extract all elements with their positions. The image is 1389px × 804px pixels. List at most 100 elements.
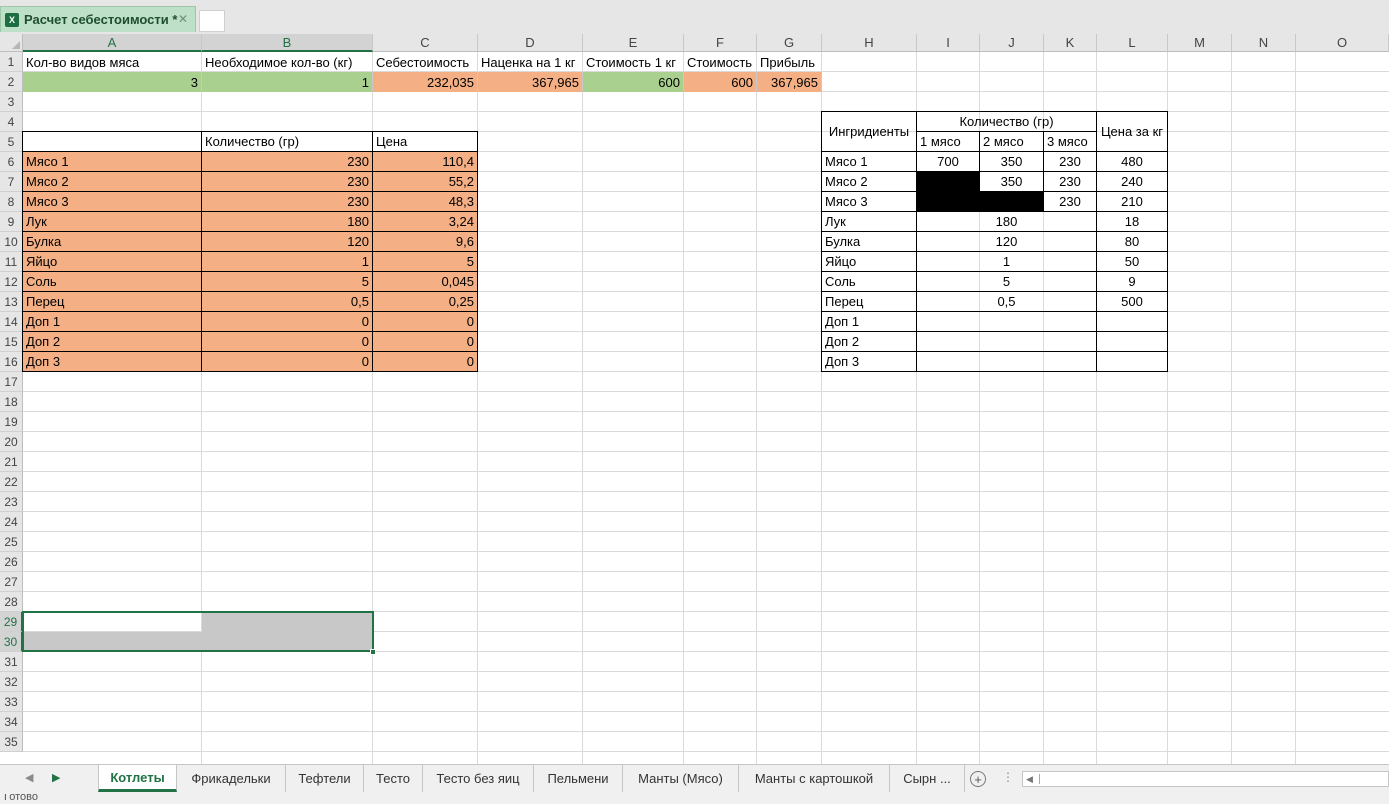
row-header-23[interactable]: 23 <box>0 492 23 512</box>
column-header-j[interactable]: J <box>980 34 1044 52</box>
ingredient-quantity[interactable]: 230 <box>201 191 373 212</box>
selected-cell-a29[interactable] <box>23 612 202 632</box>
row-header-1[interactable]: 1 <box>0 52 23 72</box>
ingredient-price[interactable]: 0 <box>372 311 478 332</box>
meat-price[interactable]: 480 <box>1096 151 1168 172</box>
ingredient-name[interactable]: Соль <box>22 271 202 292</box>
header-label[interactable]: Наценка на 1 кг <box>478 52 583 72</box>
summary-value[interactable]: 600 <box>684 72 757 92</box>
meat-name[interactable]: Мясо 1 <box>821 151 917 172</box>
other-ingredient-price[interactable]: 9 <box>1096 271 1168 292</box>
ingredient-quantity[interactable]: 0,5 <box>201 291 373 312</box>
row-header-12[interactable]: 12 <box>0 272 23 292</box>
ingredient-name[interactable]: Мясо 2 <box>22 171 202 192</box>
scrollbar-thumb[interactable] <box>1039 774 1379 784</box>
column-header-g[interactable]: G <box>757 34 822 52</box>
summary-value[interactable]: 367,965 <box>478 72 583 92</box>
header-label[interactable]: Необходимое кол-во (кг) <box>202 52 373 72</box>
header-label[interactable]: Стоимость <box>684 52 757 72</box>
row-header-27[interactable]: 27 <box>0 572 23 592</box>
ingredient-price[interactable]: 0 <box>372 351 478 372</box>
summary-value[interactable]: 600 <box>583 72 684 92</box>
cost-table-header[interactable]: Количество (гр) <box>201 131 373 152</box>
spreadsheet-grid[interactable]: A B C D E F G H I J K L M N O 1 2 3 4 5 6 7 8 9 10 11 12 13 14 15 16 17… <box>0 34 1389 764</box>
other-ingredient-quantity[interactable]: 120 <box>916 231 1097 252</box>
row-header-10[interactable]: 10 <box>0 232 23 252</box>
other-ingredient-quantity[interactable]: 0,5 <box>916 291 1097 312</box>
summary-value[interactable]: 3 <box>23 72 202 92</box>
ingredient-price[interactable]: 0,045 <box>372 271 478 292</box>
other-ingredient-name[interactable]: Доп 1 <box>821 311 917 332</box>
ingredient-name[interactable]: Лук <box>22 211 202 232</box>
sheet-tab-3[interactable]: Тефтели <box>286 765 364 792</box>
summary-value[interactable]: 367,965 <box>757 72 822 92</box>
meat-quantity[interactable]: 230 <box>1043 151 1097 172</box>
other-ingredient-quantity[interactable]: 180 <box>916 211 1097 232</box>
row-header-30[interactable]: 30 <box>0 632 23 652</box>
ingredient-quantity[interactable]: 0 <box>201 311 373 332</box>
header-label[interactable]: Кол-во видов мяса <box>23 52 202 72</box>
other-ingredient-price[interactable]: 50 <box>1096 251 1168 272</box>
quantity-header[interactable]: Количество (гр) <box>916 111 1097 132</box>
meat-quantity[interactable]: 350 <box>979 171 1044 192</box>
ingredient-price[interactable]: 110,4 <box>372 151 478 172</box>
row-header-14[interactable]: 14 <box>0 312 23 332</box>
selected-cell-b29[interactable] <box>202 612 373 632</box>
other-ingredient-quantity[interactable]: 5 <box>916 271 1097 292</box>
meat-price[interactable]: 240 <box>1096 171 1168 192</box>
row-header-13[interactable]: 13 <box>0 292 23 312</box>
other-ingredient-quantity[interactable] <box>916 311 1097 332</box>
meat-price[interactable]: 210 <box>1096 191 1168 212</box>
header-label[interactable]: Прибыль <box>757 52 822 72</box>
ingredient-quantity[interactable]: 5 <box>201 271 373 292</box>
row-header-24[interactable]: 24 <box>0 512 23 532</box>
other-ingredient-quantity[interactable] <box>916 351 1097 372</box>
other-ingredient-price[interactable] <box>1096 351 1168 372</box>
row-header-20[interactable]: 20 <box>0 432 23 452</box>
row-header-15[interactable]: 15 <box>0 332 23 352</box>
other-ingredient-price[interactable]: 500 <box>1096 291 1168 312</box>
other-ingredient-name[interactable]: Соль <box>821 271 917 292</box>
row-header-22[interactable]: 22 <box>0 472 23 492</box>
ingredient-name[interactable]: Доп 1 <box>22 311 202 332</box>
ingredient-quantity[interactable]: 1 <box>201 251 373 272</box>
disabled-cell[interactable] <box>979 191 1044 212</box>
other-ingredient-name[interactable]: Доп 3 <box>821 351 917 372</box>
row-header-32[interactable]: 32 <box>0 672 23 692</box>
row-header-35[interactable]: 35 <box>0 732 23 752</box>
row-header-5[interactable]: 5 <box>0 132 23 152</box>
sheet-tab-2[interactable]: Фрикадельки <box>177 765 286 792</box>
sheet-tab-4[interactable]: Тесто <box>364 765 423 792</box>
meat-count-subheader[interactable]: 1 мясо <box>916 131 980 152</box>
column-header-k[interactable]: K <box>1044 34 1097 52</box>
new-document-tab[interactable] <box>199 10 225 32</box>
row-header-6[interactable]: 6 <box>0 152 23 172</box>
cost-table-header[interactable]: Цена <box>372 131 478 152</box>
ingredient-price[interactable]: 5 <box>372 251 478 272</box>
column-header-o[interactable]: O <box>1296 34 1389 52</box>
price-per-kg-header[interactable]: Цена за кг <box>1096 111 1168 152</box>
ingredient-name[interactable]: Яйцо <box>22 251 202 272</box>
sheet-tab-9[interactable]: Сырн ... <box>890 765 965 792</box>
selected-cell-b30[interactable] <box>202 632 373 652</box>
sheet-tab-8[interactable]: Манты с картошкой <box>739 765 890 792</box>
other-ingredient-price[interactable] <box>1096 311 1168 332</box>
disabled-cell[interactable] <box>916 191 980 212</box>
row-header-21[interactable]: 21 <box>0 452 23 472</box>
sheet-tab-7[interactable]: Манты (Мясо) <box>623 765 739 792</box>
scroll-left-icon[interactable]: ◀ <box>1026 774 1033 785</box>
ingredient-quantity[interactable]: 0 <box>201 351 373 372</box>
ingredients-header[interactable]: Ингридиенты <box>821 111 917 152</box>
fill-handle[interactable] <box>370 649 376 655</box>
sheet-tab-5[interactable]: Тесто без яиц <box>423 765 534 792</box>
row-header-28[interactable]: 28 <box>0 592 23 612</box>
column-header-i[interactable]: I <box>917 34 980 52</box>
next-sheet-arrow-icon[interactable]: ▶ <box>52 771 60 784</box>
row-header-34[interactable]: 34 <box>0 712 23 732</box>
row-header-25[interactable]: 25 <box>0 532 23 552</box>
other-ingredient-name[interactable]: Лук <box>821 211 917 232</box>
header-label[interactable]: Себестоимость <box>373 52 478 72</box>
ingredient-name[interactable]: Доп 2 <box>22 331 202 352</box>
column-header-l[interactable]: L <box>1097 34 1168 52</box>
horizontal-scrollbar[interactable]: ◀ <box>1022 771 1389 787</box>
